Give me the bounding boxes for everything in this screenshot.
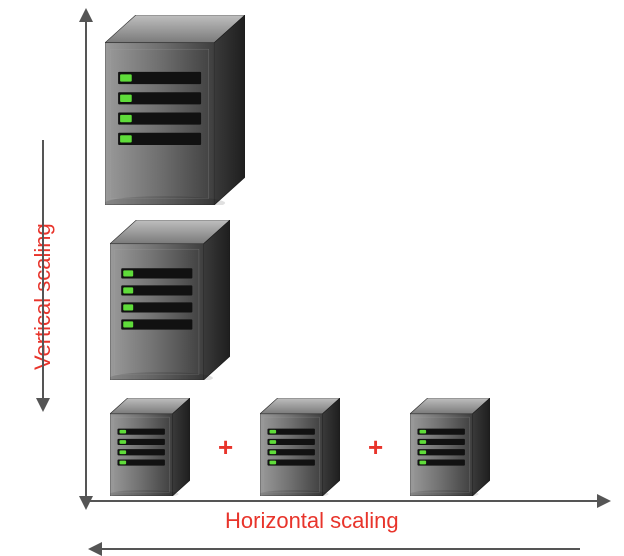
server-small-1-icon <box>110 398 190 496</box>
arrowhead-right-icon <box>597 494 611 508</box>
plus-1: + <box>218 432 233 463</box>
server-medium-icon <box>110 220 230 380</box>
y-axis-line <box>85 18 87 498</box>
server-small-3-icon <box>410 398 490 496</box>
arrowhead-down-icon <box>79 496 93 510</box>
server-big-icon <box>105 15 245 205</box>
scaling-diagram: Vertical scaling Horizontal scaling <box>0 0 624 556</box>
x-axis-label: Horizontal scaling <box>225 508 399 534</box>
server-small-2-icon <box>260 398 340 496</box>
y-axis-back-line <box>42 140 44 400</box>
x-axis-line <box>85 500 599 502</box>
arrowhead-left-icon <box>88 542 102 556</box>
x-axis-back-line <box>100 548 580 550</box>
arrowhead-up-icon <box>79 8 93 22</box>
arrowhead-down-small-icon <box>36 398 50 412</box>
plus-2: + <box>368 432 383 463</box>
